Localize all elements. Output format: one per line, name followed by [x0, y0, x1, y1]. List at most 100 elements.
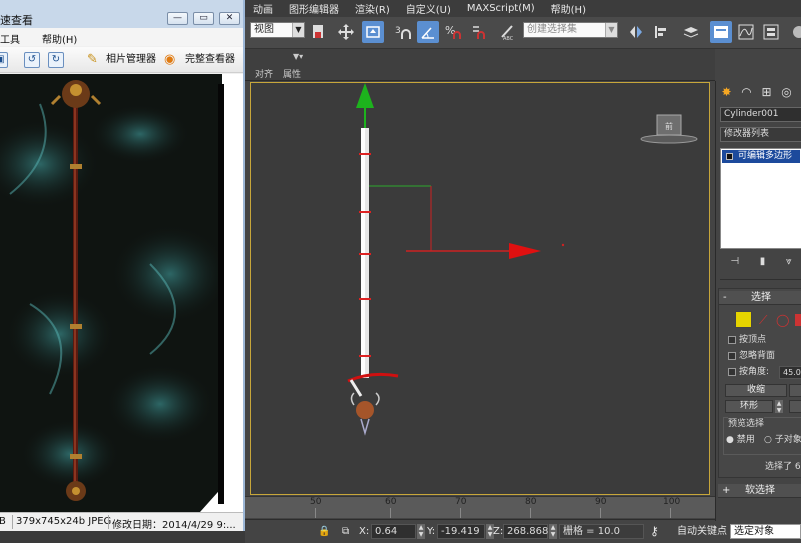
- selection-rollout: - 选择 ⟋ ◯ 按顶点 忽略背面 按角度: 45.0 收缩 环形 ▲ ▼ 预览选…: [718, 288, 801, 478]
- show-end-result-icon[interactable]: ▮: [760, 256, 766, 272]
- soft-selection-rollout-header[interactable]: + 软选择: [718, 484, 801, 498]
- menu-animation[interactable]: 动画: [245, 1, 281, 16]
- rotate-right-icon[interactable]: ↻: [48, 52, 64, 68]
- menu-tools[interactable]: 工具: [0, 31, 20, 46]
- cylinder-object[interactable]: [359, 128, 371, 378]
- hierarchy-tab-icon[interactable]: ⊞: [758, 84, 775, 101]
- snap-toggle-icon[interactable]: 3: [392, 21, 414, 43]
- subobject-label: 子对象: [774, 435, 801, 445]
- ribbon-toggle-icon[interactable]: [710, 21, 732, 43]
- tick-mark: [670, 508, 671, 518]
- view-dropdown-label: 视图: [254, 24, 274, 35]
- viewer-menubar: 工具 帮助(H): [0, 28, 243, 46]
- absolute-mode-icon[interactable]: ⧉: [342, 524, 349, 539]
- ignore-backfacing-checkbox[interactable]: 忽略背面: [728, 351, 775, 362]
- y-coord-label: Y:: [427, 526, 436, 537]
- x-coord-label: X:: [359, 526, 370, 537]
- image-icon[interactable]: ▣: [0, 52, 8, 68]
- minimize-button[interactable]: —: [167, 12, 188, 25]
- ring-spinner[interactable]: ▲ ▼: [775, 400, 783, 414]
- photo-manager-button[interactable]: 相片管理器: [106, 51, 156, 69]
- preview-disabled-radio[interactable]: ● 禁用: [726, 432, 755, 445]
- tick-mark: [530, 508, 531, 518]
- remove-modifier-icon[interactable]: ⩔: [786, 256, 792, 272]
- edge-mode-icon[interactable]: ⟋: [759, 313, 767, 328]
- key-icon[interactable]: ⚷: [650, 524, 659, 539]
- maximize-button[interactable]: ▭: [193, 12, 214, 25]
- by-angle-checkbox[interactable]: 按角度:: [728, 367, 769, 378]
- edit-named-sets-icon[interactable]: ABC: [497, 21, 519, 43]
- by-vertex-checkbox[interactable]: 按顶点: [728, 335, 766, 346]
- status-divider: [108, 515, 109, 529]
- material-editor-icon[interactable]: [788, 21, 801, 43]
- perspective-viewport[interactable]: 前: [250, 82, 710, 495]
- create-tab-icon[interactable]: ✸: [718, 84, 735, 101]
- modified-date: 修改日期：2014/4/29 9:...: [112, 520, 236, 531]
- select-manipulate-icon[interactable]: [362, 21, 384, 43]
- ring-button[interactable]: 环形: [725, 400, 773, 413]
- angle-snap-icon[interactable]: [417, 21, 439, 43]
- angle-value-field[interactable]: 45.0: [779, 366, 801, 379]
- shrink-button[interactable]: 收缩: [725, 384, 787, 397]
- z-coord-field[interactable]: 268.868: [503, 524, 548, 539]
- divider: [720, 279, 801, 280]
- rotate-left-icon[interactable]: ↺: [24, 52, 40, 68]
- tick-mark: [390, 508, 391, 518]
- motion-tab-icon[interactable]: ◎: [778, 84, 795, 101]
- menu-help[interactable]: 帮助(H): [42, 31, 77, 46]
- viewcube-face-label: 前: [665, 121, 673, 131]
- percent-snap-icon[interactable]: %: [442, 21, 464, 43]
- pin-stack-icon[interactable]: ⊣: [730, 256, 739, 272]
- file-size: B: [0, 516, 6, 527]
- lock-icon[interactable]: 🔒: [318, 524, 330, 539]
- menu-rendering[interactable]: 渲染(R): [347, 1, 398, 16]
- move-icon[interactable]: [335, 21, 357, 43]
- ribbon-label-align[interactable]: 对齐: [255, 67, 273, 80]
- x-spinner[interactable]: ▲ ▼: [417, 524, 425, 539]
- selection-count: 选择了 6: [765, 462, 801, 472]
- schematic-view-icon[interactable]: [760, 21, 782, 43]
- status-divider: [12, 515, 13, 529]
- close-button[interactable]: ✕: [219, 12, 240, 25]
- loop-button[interactable]: [789, 400, 801, 413]
- menu-help[interactable]: 帮助(H): [543, 1, 594, 16]
- modifier-list-dropdown[interactable]: 修改器列表: [720, 127, 801, 142]
- svg-text:ABC: ABC: [503, 36, 514, 41]
- y-coord-field[interactable]: -19.419: [437, 524, 485, 539]
- named-selection-sets-dropdown[interactable]: 创建选择集 ▼: [523, 22, 618, 38]
- ribbon-label-properties[interactable]: 属性: [283, 67, 301, 80]
- polygon-mode-icon[interactable]: [795, 314, 801, 326]
- gizmo-y-axis-arrow[interactable]: [356, 83, 374, 128]
- selected-object-dropdown[interactable]: 选定对象: [730, 524, 801, 539]
- timeline-ruler[interactable]: 50 60 70 80 90 100: [245, 496, 715, 518]
- menu-maxscript[interactable]: MAXScript(M): [459, 3, 543, 14]
- ignore-backfacing-label: 忽略背面: [739, 351, 776, 361]
- selection-rollout-header[interactable]: - 选择: [719, 291, 801, 305]
- preview-subobject-radio[interactable]: ○ 子对象: [764, 432, 801, 445]
- spinner-snap-icon[interactable]: [467, 21, 489, 43]
- vertex-mode-icon[interactable]: [735, 311, 752, 328]
- mirror-icon[interactable]: [625, 21, 647, 43]
- curve-editor-icon[interactable]: [735, 21, 757, 43]
- z-spinner[interactable]: ▲ ▼: [549, 524, 557, 539]
- reference-coordinate-dropdown[interactable]: 视图 ▼: [250, 22, 305, 38]
- pivot-center-icon[interactable]: [308, 21, 330, 43]
- gizmo-x-axis-arrow[interactable]: [406, 243, 565, 259]
- ribbon-dropdown-icon[interactable]: ▼▾: [293, 52, 303, 61]
- full-viewer-button[interactable]: 完整查看器: [185, 51, 235, 69]
- viewer-title-bar: 速查看 — ▭ ✕: [0, 0, 243, 28]
- stack-expand-icon[interactable]: [726, 153, 733, 160]
- layer-manager-icon[interactable]: [680, 21, 702, 43]
- border-mode-icon[interactable]: ◯: [776, 313, 789, 327]
- grow-button[interactable]: [789, 384, 801, 397]
- auto-key-button[interactable]: 自动关键点: [677, 524, 727, 539]
- align-icon[interactable]: [650, 21, 672, 43]
- stack-item-editable-poly[interactable]: 可编辑多边形: [722, 150, 800, 163]
- viewcube[interactable]: 前: [640, 114, 698, 144]
- menu-graph-editors[interactable]: 图形编辑器: [281, 1, 347, 16]
- object-name-field[interactable]: Cylinder001: [720, 107, 801, 122]
- gizmo-plane-handle[interactable]: [369, 185, 432, 251]
- modify-tab-icon[interactable]: ◠: [738, 84, 755, 101]
- menu-customize[interactable]: 自定义(U): [398, 1, 459, 16]
- x-coord-field[interactable]: 0.64: [371, 524, 416, 539]
